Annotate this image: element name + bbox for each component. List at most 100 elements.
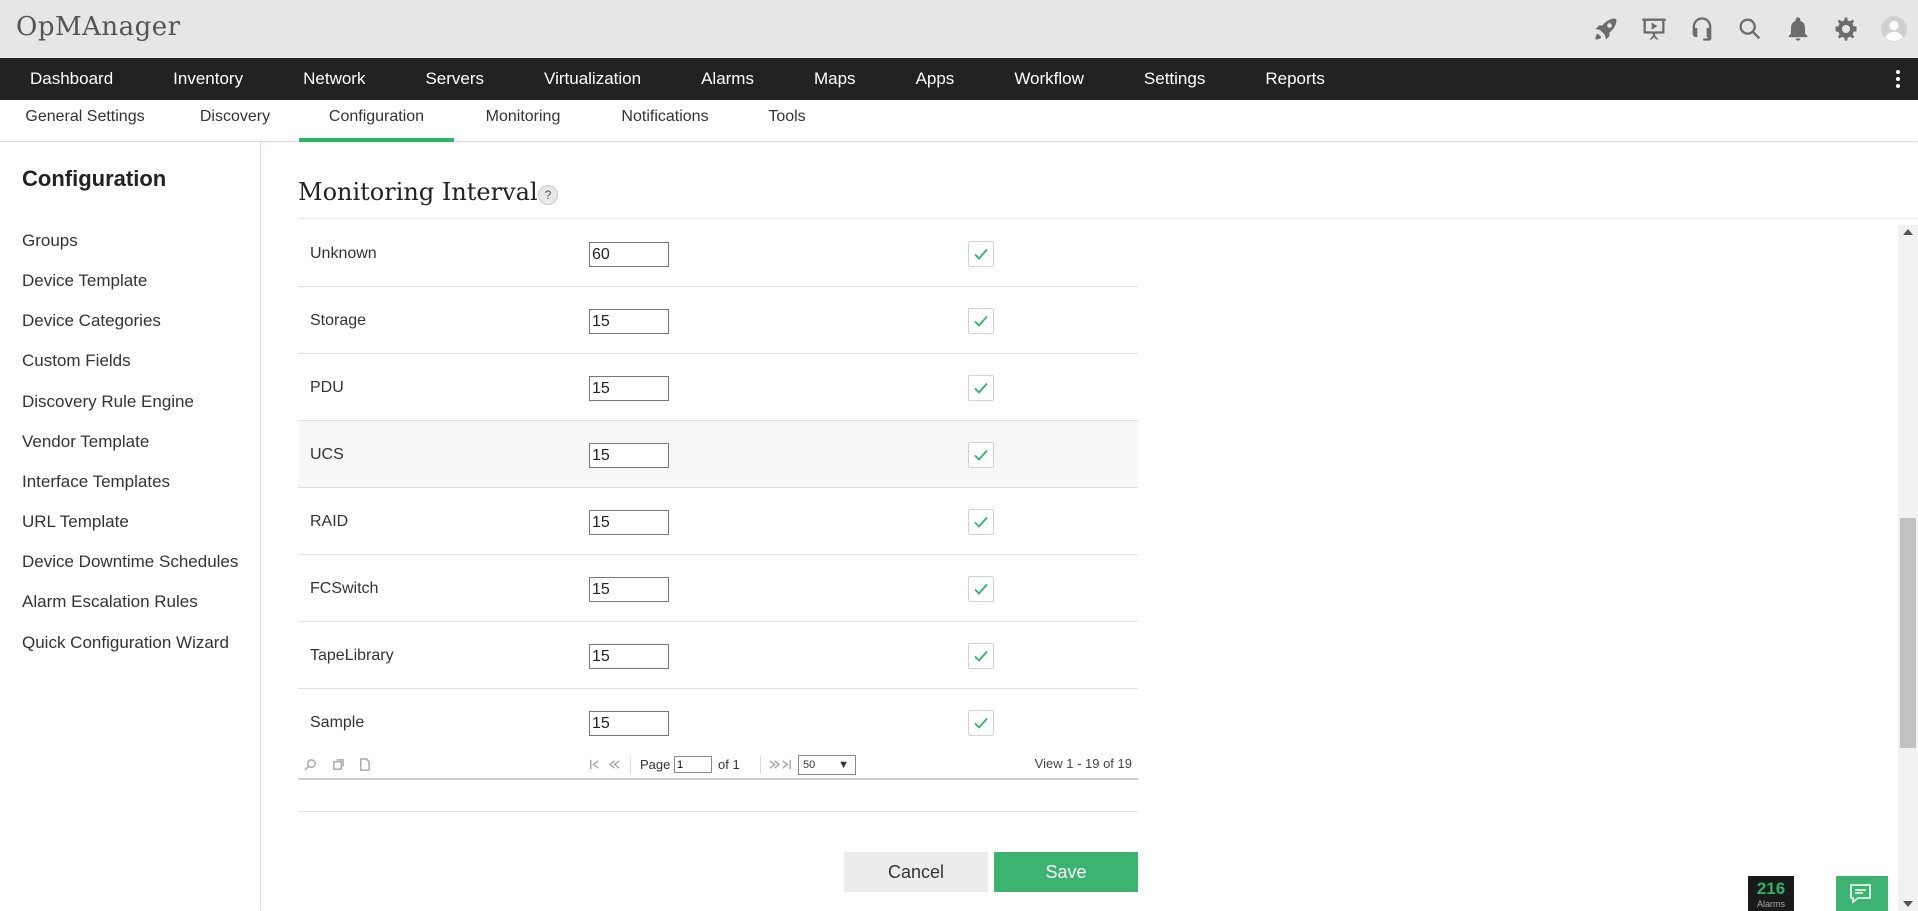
sidebar-item-device-template[interactable]: Device Template (22, 271, 147, 291)
page-number-input[interactable] (674, 756, 712, 773)
last-page-icon[interactable] (780, 758, 793, 774)
row-name: TapeLibrary (310, 647, 394, 664)
interval-input[interactable] (589, 309, 669, 334)
top-icons (1582, 0, 1918, 58)
title-divider (298, 218, 1918, 219)
table-row: PDU (298, 354, 1138, 421)
search-icon[interactable] (1726, 0, 1774, 58)
interval-input[interactable] (589, 242, 669, 267)
page-title: Monitoring Interval (298, 178, 538, 206)
sidebar-item-vendor-template[interactable]: Vendor Template (22, 432, 149, 452)
table-row: TapeLibrary (298, 622, 1138, 689)
sidebar-item-quick-configuration-wizard[interactable]: Quick Configuration Wizard (22, 633, 229, 653)
refresh-icon[interactable] (332, 758, 345, 774)
tab-notifications[interactable]: Notifications (614, 100, 716, 142)
enabled-checkbox[interactable] (968, 241, 994, 267)
check-icon (974, 382, 988, 394)
table-row: UCS (298, 421, 1138, 488)
table-row: Unknown (298, 220, 1138, 287)
bell-icon[interactable] (1774, 0, 1822, 58)
interval-input[interactable] (589, 577, 669, 602)
sidebar-item-interface-templates[interactable]: Interface Templates (22, 472, 170, 492)
row-name: Sample (310, 714, 365, 731)
sidebar-item-url-template[interactable]: URL Template (22, 512, 129, 532)
tab-tools[interactable]: Tools (762, 100, 812, 142)
sidebar-item-discovery-rule-engine[interactable]: Discovery Rule Engine (22, 392, 194, 412)
search-icon[interactable] (304, 758, 317, 774)
export-icon[interactable] (358, 758, 371, 774)
nav-apps[interactable]: Apps (886, 58, 985, 100)
interval-input[interactable] (589, 711, 669, 736)
interval-input[interactable] (589, 443, 669, 468)
chat-button[interactable] (1836, 876, 1888, 911)
rocket-icon[interactable] (1582, 0, 1630, 58)
row-name: UCS (310, 446, 344, 463)
alarm-count-badge[interactable]: 216 Alarms (1748, 876, 1794, 911)
interval-input[interactable] (589, 376, 669, 401)
pager-separator (630, 756, 631, 774)
help-icon[interactable]: ? (538, 185, 558, 205)
alarm-count: 216 (1756, 879, 1786, 898)
more-menu-icon[interactable] (1888, 58, 1908, 100)
sidebar-item-custom-fields[interactable]: Custom Fields (22, 351, 131, 371)
tab-general-settings[interactable]: General Settings (22, 100, 148, 142)
sidebar-item-alarm-escalation-rules[interactable]: Alarm Escalation Rules (22, 592, 198, 612)
presentation-icon[interactable] (1630, 0, 1678, 58)
user-avatar-icon[interactable] (1870, 0, 1918, 58)
check-icon (974, 717, 988, 729)
scroll-up-icon[interactable] (1903, 229, 1913, 235)
view-count-label: View 1 - 19 of 19 (1034, 756, 1132, 771)
gear-icon[interactable] (1822, 0, 1870, 58)
nav-reports[interactable]: Reports (1235, 58, 1355, 100)
interval-input[interactable] (589, 510, 669, 535)
sidebar-item-device-categories[interactable]: Device Categories (22, 311, 161, 331)
check-icon (974, 449, 988, 461)
tab-monitoring[interactable]: Monitoring (478, 100, 568, 142)
tab-discovery[interactable]: Discovery (194, 100, 276, 142)
prev-page-icon[interactable] (608, 758, 621, 774)
tab-configuration[interactable]: Configuration (299, 100, 454, 142)
content-scrollbar[interactable] (1898, 225, 1918, 911)
enabled-checkbox[interactable] (968, 375, 994, 401)
sidebar: Configuration Groups Device Template Dev… (0, 142, 261, 911)
sidebar-item-groups[interactable]: Groups (22, 231, 78, 251)
enabled-checkbox[interactable] (968, 442, 994, 468)
enabled-checkbox[interactable] (968, 576, 994, 602)
scroll-thumb[interactable] (1900, 518, 1916, 748)
table-pager: Page of 1 50 ▼ View 1 - 19 of 19 (298, 750, 1138, 780)
alarm-label: Alarms (1756, 899, 1785, 909)
nav-alarms[interactable]: Alarms (671, 58, 784, 100)
scroll-down-icon[interactable] (1903, 901, 1913, 907)
nav-servers[interactable]: Servers (395, 58, 514, 100)
sidebar-item-device-downtime-schedules[interactable]: Device Downtime Schedules (22, 552, 238, 572)
rows-per-page-select[interactable]: 50 ▼ (798, 755, 856, 775)
nav-inventory[interactable]: Inventory (143, 58, 273, 100)
headset-icon[interactable] (1678, 0, 1726, 58)
nav-virtualization[interactable]: Virtualization (514, 58, 671, 100)
top-bar: OpMAnager (0, 0, 1918, 58)
save-button[interactable]: Save (994, 852, 1138, 892)
cancel-button[interactable]: Cancel (844, 852, 988, 892)
check-icon (974, 248, 988, 260)
bottom-divider (298, 811, 1138, 812)
sub-nav: General Settings Discovery Configuration… (0, 100, 1918, 142)
nav-dashboard[interactable]: Dashboard (0, 58, 143, 100)
sidebar-title: Configuration (22, 166, 167, 191)
nav-maps[interactable]: Maps (784, 58, 886, 100)
enabled-checkbox[interactable] (968, 509, 994, 535)
nav-network[interactable]: Network (273, 58, 395, 100)
enabled-checkbox[interactable] (968, 643, 994, 669)
nav-workflow[interactable]: Workflow (984, 58, 1114, 100)
check-icon (974, 583, 988, 595)
row-name: Unknown (310, 245, 377, 262)
enabled-checkbox[interactable] (968, 710, 994, 736)
app-logo[interactable]: OpMAnager (16, 12, 181, 42)
enabled-checkbox[interactable] (968, 308, 994, 334)
check-icon (974, 516, 988, 528)
interval-input[interactable] (589, 644, 669, 669)
row-name: RAID (310, 513, 349, 530)
nav-settings[interactable]: Settings (1114, 58, 1235, 100)
main-content: Monitoring Interval ? Unknown Storage PD… (262, 142, 1918, 911)
row-name: PDU (310, 379, 344, 396)
first-page-icon[interactable] (588, 758, 601, 774)
